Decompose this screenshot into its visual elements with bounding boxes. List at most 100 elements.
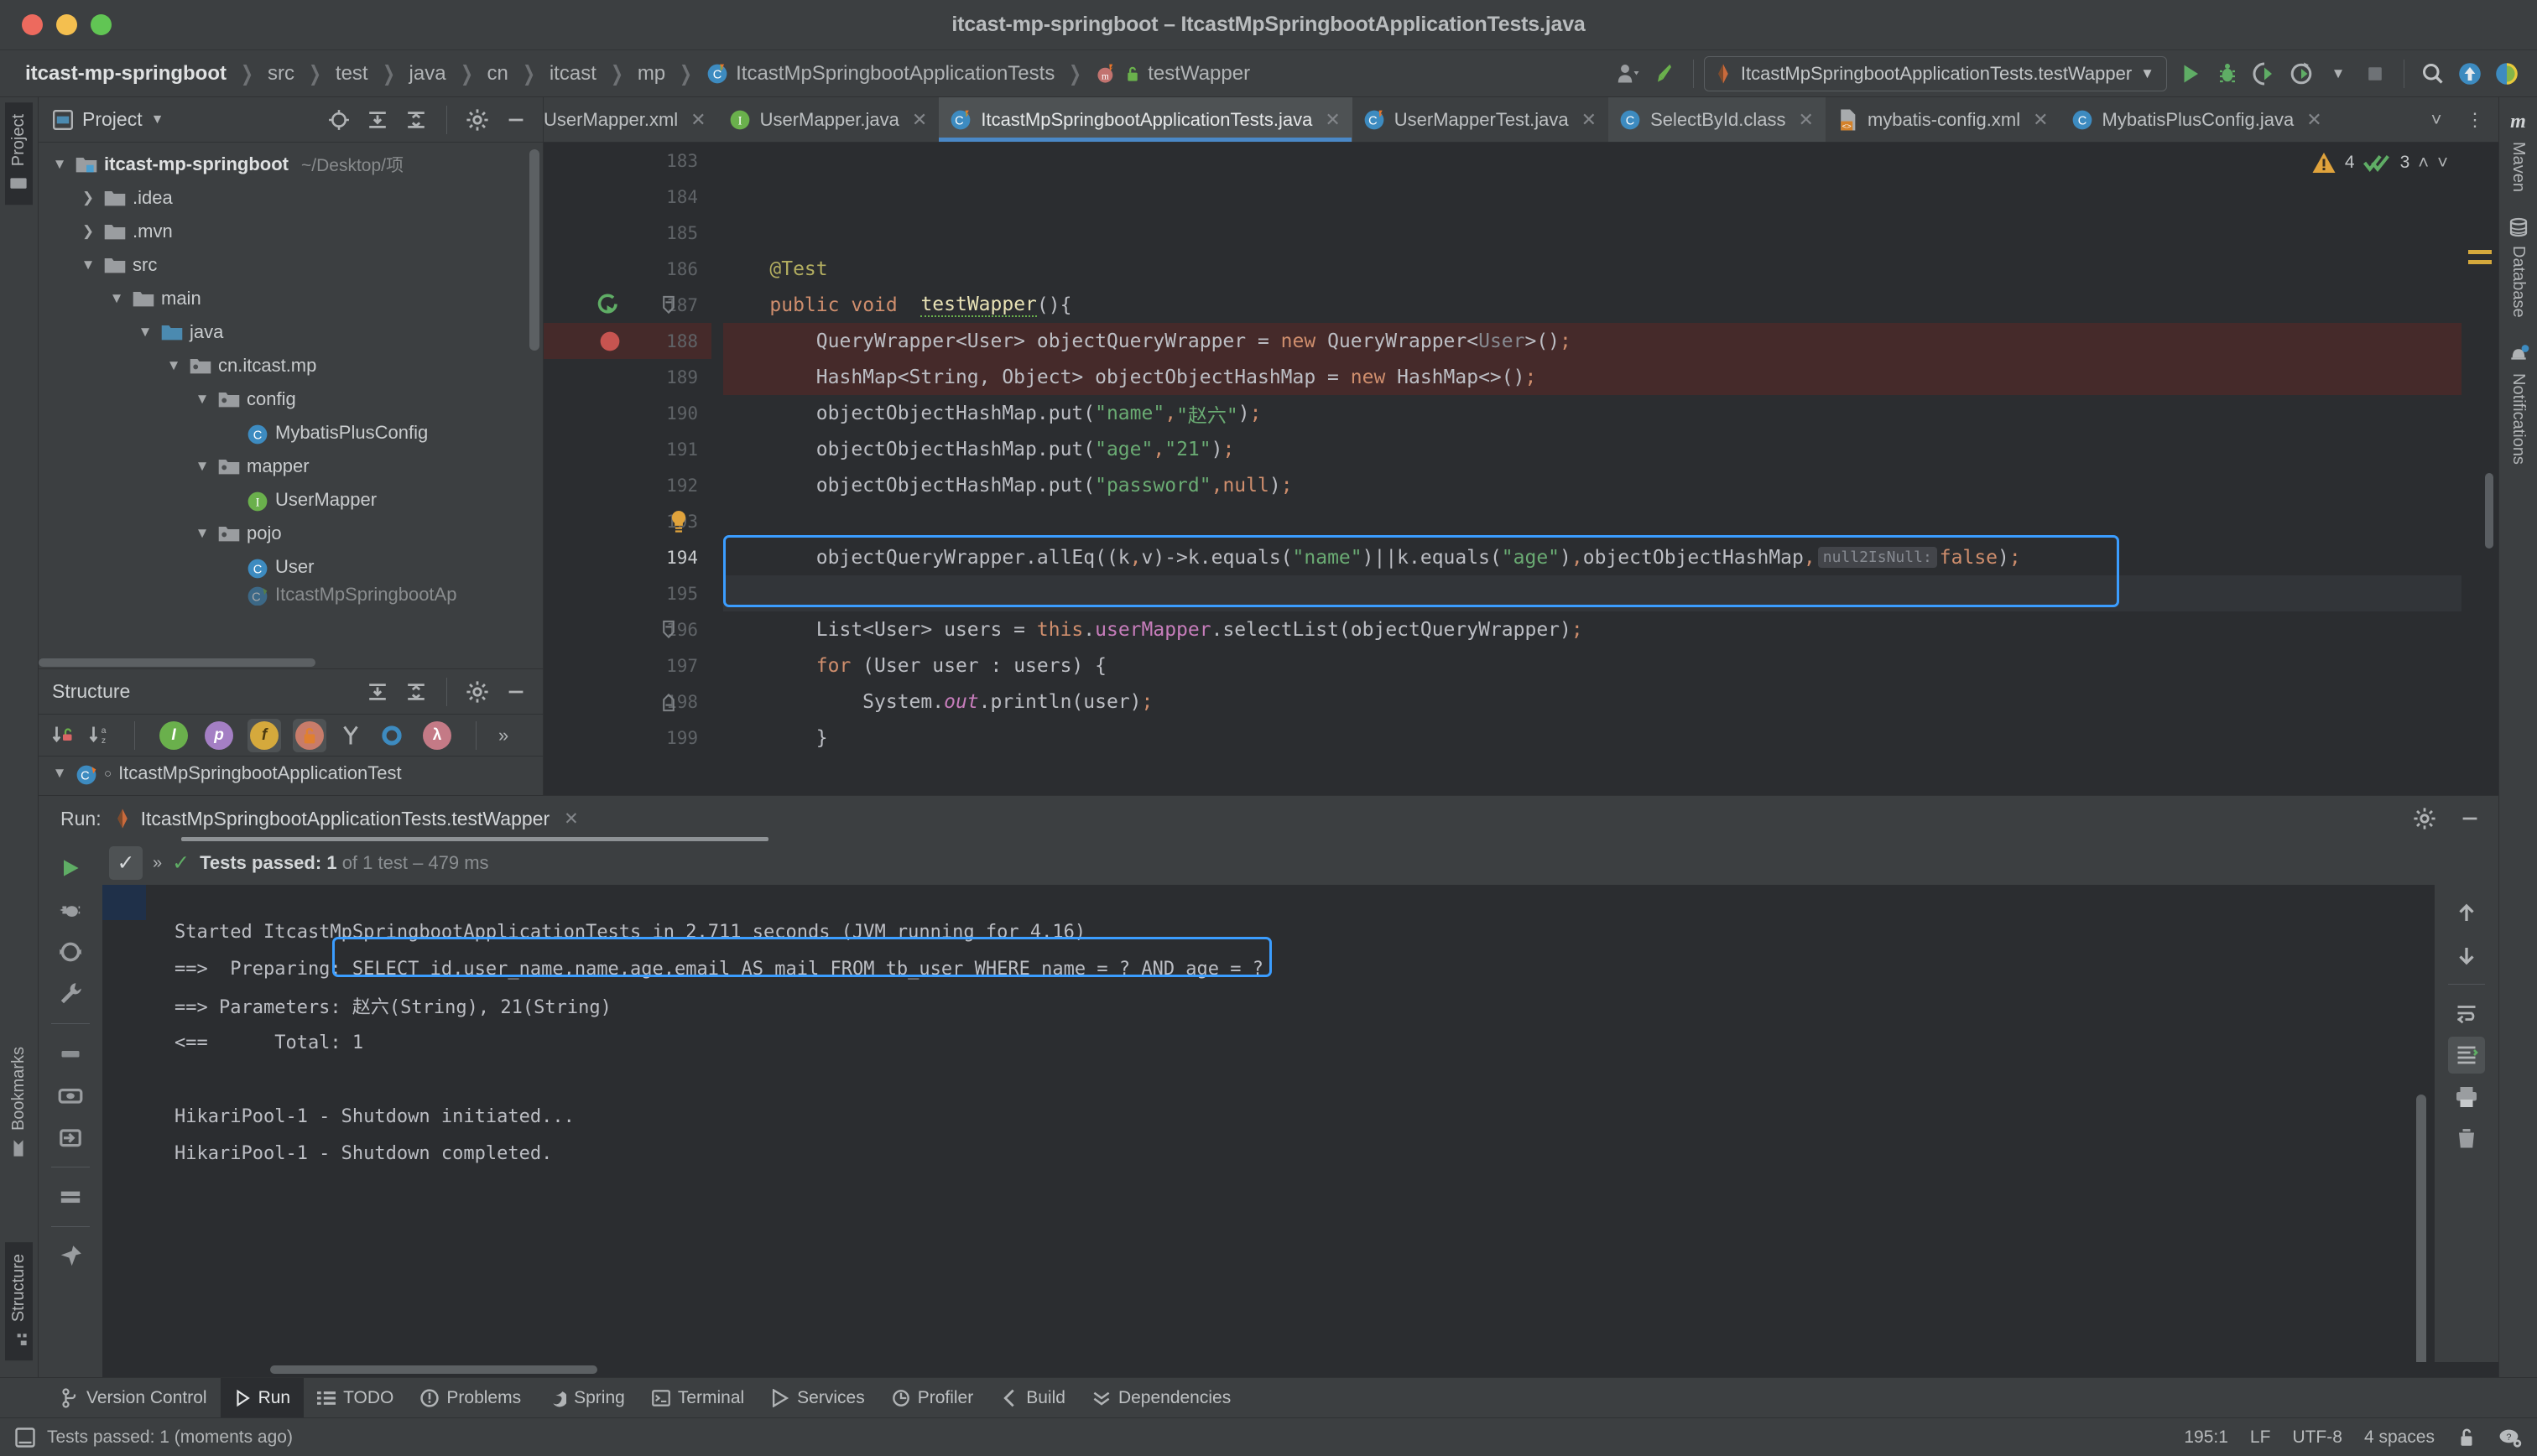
next-problem-icon[interactable]: ˅ <box>2437 152 2448 174</box>
collapse-all-icon[interactable] <box>398 673 435 710</box>
chevron-right-icon[interactable]: ❯ <box>79 190 97 206</box>
rerun-icon[interactable] <box>52 850 89 887</box>
editor-tab[interactable]: UserMapper.xml ✕ <box>544 97 718 142</box>
bottom-tab-services[interactable]: Services <box>758 1378 878 1417</box>
tree-node[interactable]: ▼ mapper <box>39 450 543 483</box>
indent-setting[interactable]: 4 spaces <box>2364 1427 2435 1448</box>
run-with-coverage-button[interactable] <box>2246 55 2283 92</box>
previous-problem-icon[interactable]: ˄ <box>2418 152 2429 174</box>
show-lambdas-icon[interactable]: λ <box>420 719 454 752</box>
run-configuration-selector[interactable]: ItcastMpSpringbootApplicationTests.testW… <box>1704 56 2167 91</box>
intention-bulb-icon[interactable] <box>668 509 690 534</box>
tree-node[interactable]: ▼ C ItcastMpSpringbootAp <box>39 584 543 606</box>
bottom-tab-todo[interactable]: TODO <box>304 1378 407 1417</box>
tree-node[interactable]: ▼ pojo <box>39 517 543 550</box>
debug-button[interactable] <box>2209 55 2246 92</box>
rail-warning-mark[interactable] <box>2468 260 2492 264</box>
breadcrumb-item-itcast[interactable]: itcast <box>546 60 600 87</box>
tree-node[interactable]: ▼ I UserMapper <box>39 483 543 517</box>
more-icon[interactable]: » <box>498 725 508 746</box>
editor-tab[interactable]: C SelectById.class ✕ <box>1608 97 1826 142</box>
chevron-down-icon[interactable]: ▼ <box>193 525 211 542</box>
test-tree-column[interactable] <box>102 885 146 1362</box>
lock-open-icon[interactable] <box>2456 1427 2477 1448</box>
chevron-right-icon[interactable]: ❯ <box>79 223 97 240</box>
run-button[interactable] <box>2172 55 2209 92</box>
scroll-up-icon[interactable] <box>2448 895 2485 932</box>
chevron-down-icon[interactable]: ▼ <box>50 765 69 782</box>
compare-icon[interactable] <box>52 1178 89 1215</box>
show-interfaces-icon[interactable] <box>375 719 409 752</box>
bottom-tab-build[interactable]: Build <box>987 1378 1079 1417</box>
show-properties-icon[interactable]: p <box>202 719 236 752</box>
editor-scrollbar-thumb[interactable] <box>2485 473 2493 549</box>
chevron-down-icon[interactable]: ▼ <box>193 391 211 408</box>
debug-icon[interactable] <box>52 892 89 928</box>
selected-test-row[interactable] <box>102 885 146 920</box>
code-line[interactable] <box>723 503 2498 539</box>
chevron-down-icon[interactable]: ▼ <box>164 357 183 374</box>
close-session-icon[interactable]: ✕ <box>564 809 579 829</box>
file-encoding[interactable]: UTF-8 <box>2292 1427 2342 1448</box>
locate-icon[interactable] <box>320 101 357 138</box>
breadcrumb-item-project[interactable]: itcast-mp-springboot <box>22 60 230 87</box>
code-line[interactable]: QueryWrapper<User> objectQueryWrapper = … <box>723 323 2498 359</box>
group-icon[interactable] <box>338 723 363 748</box>
project-tree[interactable]: ▼ itcast-mp-springboot ~/Desktop/项 ❯ .id… <box>39 143 543 657</box>
code-line[interactable]: public void testWapper(){ <box>723 287 2498 323</box>
tree-node[interactable]: ❯ .mvn <box>39 215 543 248</box>
code-line[interactable]: @Test <box>723 251 2498 287</box>
soft-wrap-icon[interactable] <box>2448 995 2485 1032</box>
export-icon[interactable] <box>52 1119 89 1156</box>
minimize-window-button[interactable] <box>56 14 77 35</box>
stop-icon[interactable] <box>52 1035 89 1072</box>
more-vertical-icon[interactable]: ⋮ <box>2456 101 2493 138</box>
structure-item[interactable]: ▼ C ○ ItcastMpSpringbootApplicationTest <box>39 757 543 790</box>
code-line[interactable] <box>723 756 2498 792</box>
code-line[interactable]: List<User> users = this.userMapper.selec… <box>723 611 2498 647</box>
stop-button[interactable] <box>2357 55 2394 92</box>
breadcrumb-item-method[interactable]: m testWapper <box>1092 60 1253 87</box>
console-scrollbar[interactable] <box>2416 1095 2426 1362</box>
bottom-tab-dependencies[interactable]: Dependencies <box>1079 1378 1244 1417</box>
code-editor[interactable]: 183 184 185 186 187 <box>544 143 2498 795</box>
run-session-tab[interactable]: ItcastMpSpringbootApplicationTests.testW… <box>113 808 579 830</box>
rail-warning-mark[interactable] <box>2468 250 2492 254</box>
tree-node[interactable]: ▼ java <box>39 315 543 349</box>
code-line[interactable] <box>723 143 2498 179</box>
tree-node[interactable]: ❯ .idea <box>39 181 543 215</box>
show-non-public-icon[interactable] <box>293 719 326 752</box>
structure-tree[interactable]: ▼ C ○ ItcastMpSpringbootApplicationTest <box>39 757 543 795</box>
code-line[interactable]: objectObjectHashMap.put("password",null)… <box>723 467 2498 503</box>
breakpoint-icon[interactable] <box>599 330 621 352</box>
editor-tab[interactable]: I UserMapper.java ✕ <box>718 97 940 142</box>
chevron-down-icon[interactable]: ▼ <box>79 257 97 273</box>
code-line-cursor[interactable] <box>723 575 2498 611</box>
minimize-icon[interactable] <box>2451 800 2488 837</box>
ide-help-icon[interactable]: ? <box>2498 1427 2522 1448</box>
tree-node[interactable]: ▼ itcast-mp-springboot ~/Desktop/项 <box>39 148 543 181</box>
console-hscrollbar[interactable] <box>102 1362 2498 1377</box>
breadcrumb-item-java[interactable]: java <box>406 60 450 87</box>
pin-icon[interactable] <box>52 1238 89 1275</box>
code-line[interactable]: System.out.println(user); <box>723 684 2498 720</box>
user-avatar-icon[interactable] <box>1609 55 1646 92</box>
fold-icon[interactable] <box>661 294 676 316</box>
code-line[interactable] <box>723 179 2498 215</box>
editor-tab-active[interactable]: C ItcastMpSpringbootApplicationTests.jav… <box>939 97 1352 142</box>
minimize-icon[interactable] <box>498 101 534 138</box>
line-number-gutter[interactable]: 183 184 185 186 187 <box>544 143 711 795</box>
profile-button[interactable] <box>2283 55 2320 92</box>
chevron-down-icon[interactable]: ˅ <box>2418 101 2455 138</box>
breadcrumb-item-src[interactable]: src <box>264 60 298 87</box>
breadcrumb[interactable]: itcast-mp-springboot ❯ src ❯ test ❯ java… <box>22 60 1253 87</box>
tree-node[interactable]: ▼ config <box>39 382 543 416</box>
show-inherited-icon[interactable]: I <box>157 719 190 752</box>
gear-icon[interactable] <box>459 101 496 138</box>
close-tab-icon[interactable]: ✕ <box>1581 109 1597 131</box>
code-line[interactable]: HashMap<String, Object> objectObjectHash… <box>723 359 2498 395</box>
sidebar-item-notifications[interactable]: Notifications <box>2508 343 2529 465</box>
search-icon[interactable] <box>2415 55 2451 92</box>
code-line[interactable]: for (User user : users) { <box>723 647 2498 684</box>
code-line[interactable]: } <box>723 720 2498 756</box>
